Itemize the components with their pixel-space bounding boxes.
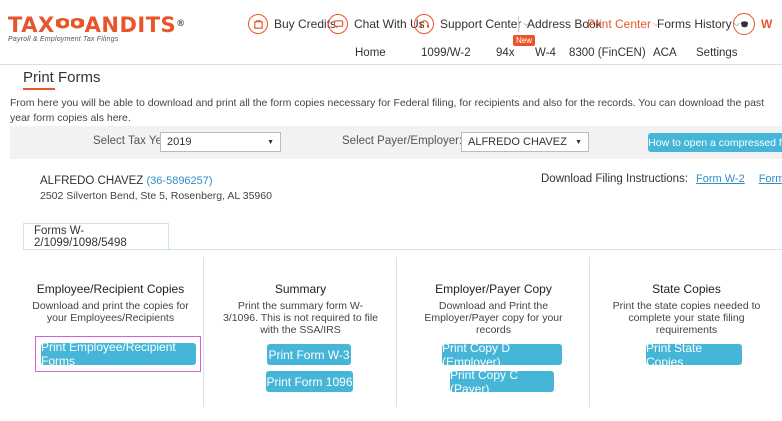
section-description: Print the summary form W-3/1096. This is… — [222, 300, 379, 336]
payer-value: ALFREDO CHAVEZ — [468, 136, 567, 148]
section-description: Download and Print the Employer/Payer co… — [424, 300, 563, 336]
chat-link[interactable]: Chat With Us — [328, 14, 425, 34]
title-underline — [23, 88, 55, 90]
logo-tagline: Payroll & Employment Tax Filings — [8, 36, 119, 43]
page-intro: From here you will be able to download a… — [10, 97, 765, 124]
user-initial: W — [761, 17, 773, 31]
tax-year-select[interactable]: 2019 ▼ — [160, 132, 281, 152]
nav-1099-w2[interactable]: 1099/W-2 — [421, 47, 496, 59]
tab-forms-w2-1099[interactable]: Forms W-2/1099/1098/5498 — [23, 223, 169, 250]
user-menu[interactable]: W — [733, 13, 773, 35]
new-badge: New — [513, 35, 536, 46]
form-1099-link[interactable]: Form 10 — [759, 173, 782, 185]
section-title: Employer/Payer Copy — [435, 282, 552, 296]
section-title: Summary — [274, 282, 327, 296]
taxbandits-logo[interactable]: TAX ANDITS® Payroll & Employment Tax Fili… — [8, 14, 186, 44]
print-state-copies-button[interactable]: Print State Copies — [646, 341, 742, 369]
payer-info: ALFREDO CHAVEZ (36-5896257) — [40, 175, 213, 187]
tax-year-value: 2019 — [167, 136, 192, 148]
section-description: Print the state copies needed to complet… — [612, 300, 761, 336]
tab-underline — [23, 249, 782, 250]
state-copies-section: State Copies Print the state copies need… — [590, 257, 782, 421]
chat-icon — [328, 14, 348, 34]
payer-address: 2502 Silverton Bend, Ste 5, Rosenberg, A… — [40, 190, 272, 202]
payer-ein[interactable]: (36-5896257) — [147, 175, 213, 187]
dropdown-arrow-icon: ▼ — [575, 138, 582, 146]
forms-history-menu[interactable]: Forms History ⌵ — [657, 14, 740, 34]
forms-history-label: Forms History — [657, 17, 732, 31]
employer-copy-section: Employer/Payer Copy Download and Print t… — [397, 257, 590, 421]
section-title: Employee/Recipient Copies — [36, 282, 185, 296]
nav-w4[interactable]: W-4 — [535, 47, 569, 59]
buy-credits-link[interactable]: Buy Credits — [248, 14, 336, 34]
section-description: Download and print the copies for your E… — [32, 300, 189, 324]
print-form-w3-button[interactable]: Print Form W-3 — [267, 344, 351, 365]
dropdown-arrow-icon: ▼ — [267, 138, 274, 146]
support-center-menu[interactable]: Support Center ⌵ — [414, 14, 529, 34]
page-title: Print Forms — [23, 69, 101, 86]
support-icon — [414, 14, 434, 34]
buy-credits-label: Buy Credits — [274, 17, 337, 31]
logo-eyes-icon — [55, 14, 85, 29]
print-form-1096-button[interactable]: Print Form 1096 — [266, 371, 353, 392]
print-copy-c-button[interactable]: Print Copy C (Payer) — [450, 368, 554, 396]
download-instructions-label: Download Filing Instructions: — [541, 173, 689, 185]
payer-label: Select Payer/Employer: — [342, 135, 463, 147]
nav-8300[interactable]: 8300 (FinCEN) — [569, 47, 653, 59]
registered-mark: ® — [176, 19, 186, 29]
form-w2-link[interactable]: Form W-2 — [696, 173, 745, 185]
summary-section: Summary Print the summary form W-3/1096.… — [204, 257, 397, 421]
print-copy-d-button[interactable]: Print Copy D (Employer) — [442, 341, 562, 369]
download-instructions: Download Filing Instructions: Form W-2 For… — [541, 173, 782, 185]
nav-divider — [518, 16, 519, 32]
payer-select[interactable]: ALFREDO CHAVEZ ▼ — [461, 132, 589, 152]
print-center-label: Print Center — [587, 17, 652, 31]
print-center-menu[interactable]: Print Center ⌵ — [587, 14, 659, 34]
section-title: State Copies — [652, 282, 721, 296]
nav-aca[interactable]: ACA — [653, 47, 696, 59]
nav-94x[interactable]: 94x — [496, 47, 535, 59]
header-divider — [0, 64, 782, 65]
main-nav: Home 1099/W-2 94x W-4 8300 (FinCEN) ACA … — [355, 47, 738, 59]
selection-highlight — [35, 336, 201, 372]
compressed-help-button[interactable]: How to open a compressed f — [648, 133, 782, 152]
nav-home[interactable]: Home — [355, 47, 421, 59]
nav-settings[interactable]: Settings — [696, 47, 738, 59]
payer-name: ALFREDO CHAVEZ — [40, 175, 144, 187]
support-label: Support Center — [440, 17, 522, 31]
cart-icon — [248, 14, 268, 34]
user-avatar-icon — [733, 13, 755, 35]
